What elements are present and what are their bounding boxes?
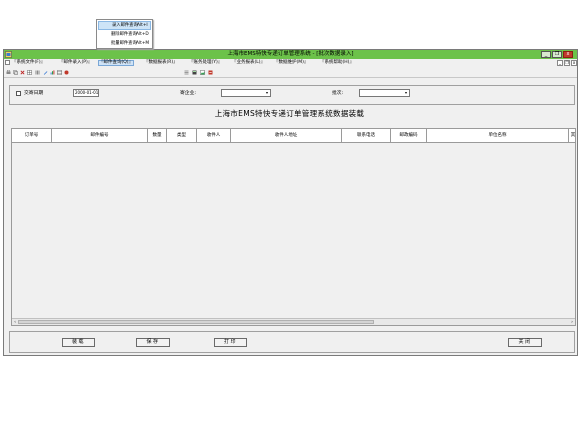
image-icon[interactable] bbox=[200, 70, 205, 75]
menu-mail-query[interactable]: 『邮件查询(Q)』 bbox=[98, 60, 135, 66]
copy-icon[interactable] bbox=[13, 70, 18, 75]
menu-bar: 『系统文件(F)』 『邮件录入(P)』 『邮件查询(Q)』 『数据报表(R)』 … bbox=[4, 59, 577, 67]
chart-icon[interactable] bbox=[50, 70, 55, 75]
batch-select[interactable]: ▾ bbox=[359, 89, 410, 97]
data-table[interactable]: 订单号 邮件编号 数量 类型 收件人 收件人地址 联系电话 邮政编码 单位名称 … bbox=[11, 128, 576, 326]
dropdown-item-shortcut: Alt+D bbox=[136, 32, 149, 37]
print-button[interactable]: 打印 bbox=[214, 338, 247, 347]
column-header-type[interactable]: 类型 bbox=[167, 129, 197, 142]
menu-business-report[interactable]: 『业务报表(L)』 bbox=[232, 60, 265, 66]
mail-query-dropdown-menu: 录入邮件查询 Alt+I 删除邮件查询 Alt+D 批量邮件查询 Alt+M bbox=[96, 19, 153, 49]
close-window-button[interactable]: x bbox=[563, 51, 573, 58]
column-header-address[interactable]: 收件人地址 bbox=[231, 129, 342, 142]
columns-icon[interactable] bbox=[35, 70, 40, 75]
record-icon[interactable] bbox=[64, 70, 69, 75]
menu-data-maintenance[interactable]: 『数据维护(M)』 bbox=[274, 60, 308, 66]
page-title: 上海市EMS特快专递订单管理系统数据装载 bbox=[214, 109, 365, 118]
column-header-order-no[interactable]: 订单号 bbox=[12, 129, 52, 142]
grid-icon[interactable] bbox=[27, 70, 32, 75]
chevron-down-icon: ▾ bbox=[265, 90, 268, 95]
column-header-other[interactable]: 其 bbox=[569, 129, 577, 142]
scroll-right-icon[interactable]: › bbox=[569, 319, 575, 325]
dropdown-item-shortcut: Alt+I bbox=[137, 23, 148, 28]
maximize-button[interactable]: ❐ bbox=[552, 51, 562, 58]
printer-icon[interactable] bbox=[6, 70, 11, 75]
date-label: 交寄日期 bbox=[24, 91, 44, 96]
menu-system-help[interactable]: 『系统帮助(H)』 bbox=[320, 60, 354, 66]
dropdown-item-delete-query[interactable]: 删除邮件查询 Alt+D bbox=[98, 30, 151, 39]
dropdown-item-entry-query[interactable]: 录入邮件查询 Alt+I bbox=[98, 21, 151, 30]
column-header-mail-no[interactable]: 邮件编号 bbox=[52, 129, 148, 142]
company-label: 寄企业: bbox=[180, 91, 197, 96]
date-checkbox[interactable] bbox=[16, 91, 21, 96]
exit-icon[interactable] bbox=[208, 70, 213, 75]
column-header-company[interactable]: 单位名称 bbox=[427, 129, 569, 142]
mdi-close-button[interactable]: x bbox=[571, 60, 577, 66]
dropdown-item-label: 录入邮件查询 bbox=[112, 23, 138, 28]
delete-icon[interactable] bbox=[20, 70, 25, 75]
menu-accounting[interactable]: 『账务处理(Y)』 bbox=[189, 60, 222, 66]
window-title: 上海市EMS特快专递订单管理系统 - [批次数据录入] bbox=[227, 51, 354, 57]
dropdown-item-label: 删除邮件查询 bbox=[111, 32, 137, 37]
mdi-minimize-button[interactable]: _ bbox=[557, 60, 563, 66]
calculator-icon[interactable] bbox=[192, 70, 197, 75]
menu-system-file[interactable]: 『系统文件(F)』 bbox=[12, 60, 45, 66]
load-button[interactable]: 装载 bbox=[62, 338, 95, 347]
column-header-postcode[interactable]: 邮政编码 bbox=[391, 129, 427, 142]
scrollbar-thumb[interactable] bbox=[18, 320, 374, 324]
save-button[interactable]: 保存 bbox=[136, 338, 170, 347]
dropdown-item-shortcut: Alt+M bbox=[136, 41, 150, 46]
edit-icon[interactable] bbox=[43, 70, 48, 75]
company-select[interactable]: ▾ bbox=[221, 89, 271, 97]
table-icon[interactable] bbox=[57, 70, 62, 75]
dropdown-item-batch-query[interactable]: 批量邮件查询 Alt+M bbox=[98, 39, 151, 48]
dropdown-item-label: 批量邮件查询 bbox=[111, 41, 137, 46]
batch-label: 批次: bbox=[332, 91, 344, 96]
chevron-down-icon: ▾ bbox=[404, 90, 407, 95]
column-header-recipient[interactable]: 收件人 bbox=[197, 129, 231, 142]
toolbar bbox=[4, 68, 577, 78]
menu-mail-entry[interactable]: 『邮件录入(P)』 bbox=[59, 60, 92, 66]
minimize-button[interactable]: _ bbox=[541, 51, 551, 58]
list-icon[interactable] bbox=[184, 70, 189, 75]
horizontal-scrollbar[interactable]: ‹ › bbox=[12, 318, 575, 325]
menu-data-report[interactable]: 『数据报表(R)』 bbox=[144, 60, 178, 66]
column-header-quantity[interactable]: 数量 bbox=[148, 129, 167, 142]
mdi-restore-button[interactable]: ❐ bbox=[564, 60, 570, 66]
column-header-phone[interactable]: 联系电话 bbox=[342, 129, 391, 142]
document-icon bbox=[5, 60, 10, 65]
table-header: 订单号 邮件编号 数量 类型 收件人 收件人地址 联系电话 邮政编码 单位名称 … bbox=[12, 129, 575, 143]
close-button[interactable]: 关闭 bbox=[508, 338, 542, 347]
title-bar[interactable]: 上海市EMS特快专递订单管理系统 - [批次数据录入] _ ❐ x bbox=[4, 50, 577, 59]
date-field[interactable]: 2000-01-01 bbox=[73, 89, 99, 97]
